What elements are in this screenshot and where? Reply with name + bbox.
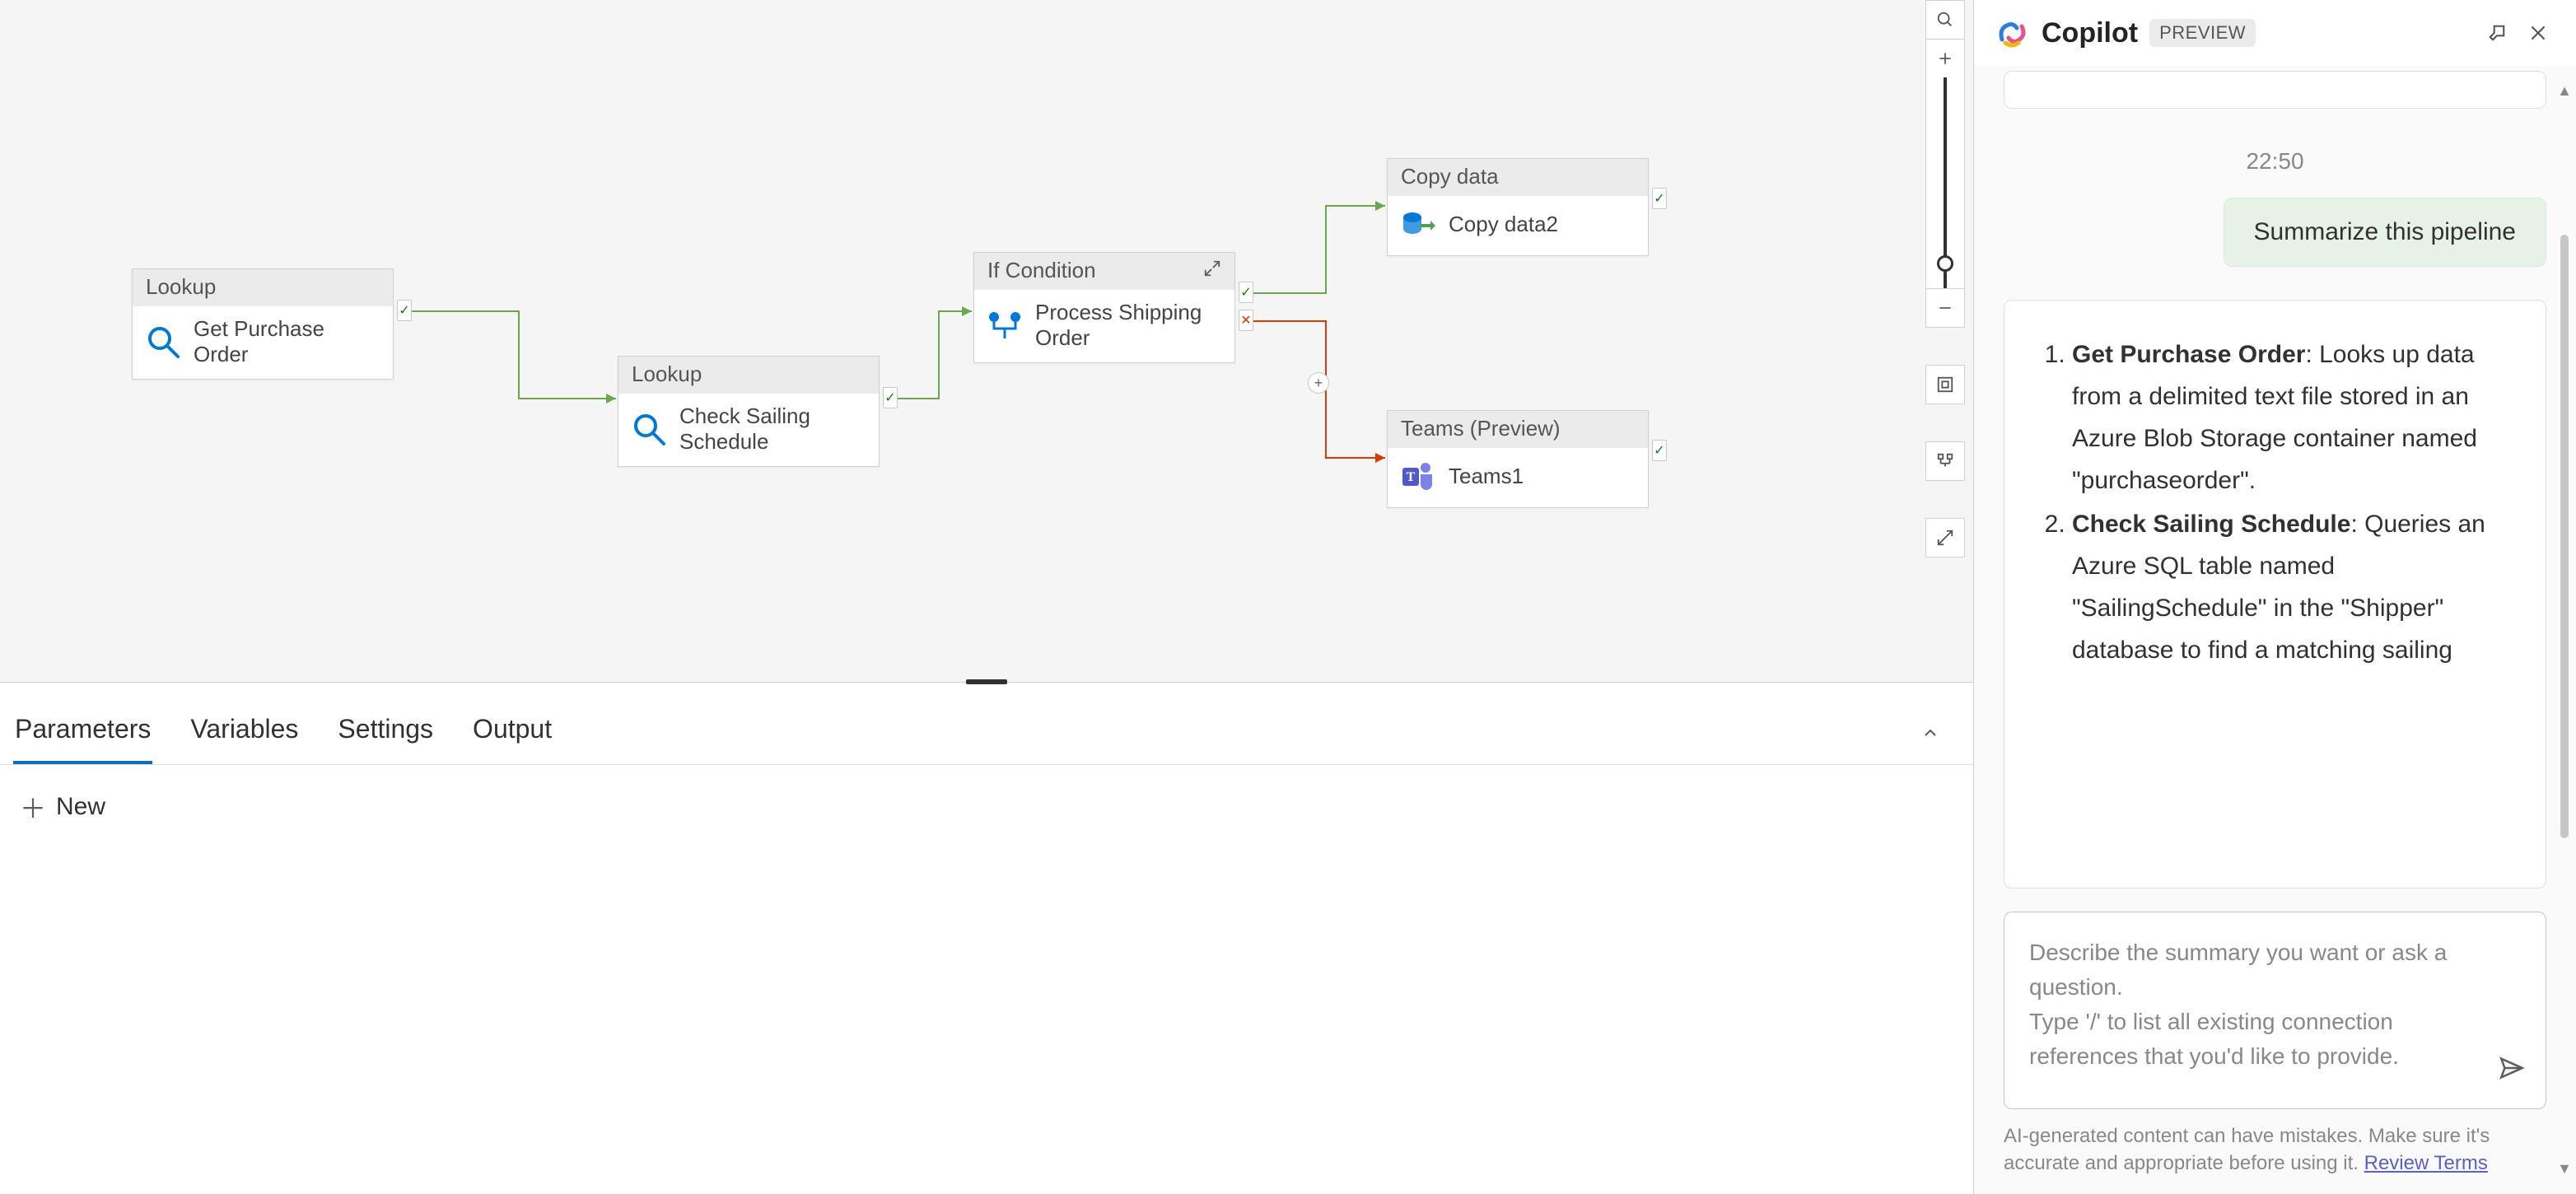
canvas-toolbar <box>1925 0 1965 557</box>
activity-copy-data2[interactable]: Copy data Copy data2 <box>1387 158 1649 256</box>
new-button-label: New <box>56 793 105 821</box>
zoom-out-button[interactable] <box>1925 288 1965 328</box>
user-message: Summarize this pipeline <box>2224 198 2546 267</box>
activity-type: Lookup <box>632 361 702 387</box>
copilot-logo-icon <box>1994 15 2030 51</box>
copilot-input[interactable]: Describe the summary you want or ask a q… <box>2004 912 2546 1109</box>
pin-button[interactable] <box>2482 18 2512 48</box>
add-activity-button[interactable]: + <box>1308 372 1329 394</box>
status-success-chip[interactable]: ✓ <box>1652 188 1667 209</box>
status-success-chip[interactable]: ✓ <box>1239 282 1253 303</box>
copy-data-icon <box>1399 206 1437 244</box>
activity-type: Teams (Preview) <box>1401 416 1561 441</box>
svg-text:T: T <box>1407 470 1416 484</box>
activity-get-purchase-order[interactable]: Lookup Get Purchase Order <box>132 268 394 380</box>
new-parameter-button[interactable]: ＋ New <box>20 788 105 826</box>
lookup-icon <box>630 410 668 448</box>
activity-teams1[interactable]: Teams (Preview) T Teams1 <box>1387 410 1649 508</box>
preview-badge: PREVIEW <box>2149 19 2256 47</box>
pipeline-canvas[interactable]: Lookup Get Purchase Order ✓ Lookup Check… <box>0 0 1973 682</box>
activity-type: Lookup <box>146 274 216 300</box>
tab-output[interactable]: Output <box>471 704 553 764</box>
assistant-list-item: Check Sailing Schedule: Queries an Azure… <box>2072 503 2508 671</box>
tab-variables[interactable]: Variables <box>189 704 300 764</box>
collapse-panel-button[interactable] <box>1920 723 1940 745</box>
status-success-chip[interactable]: ✓ <box>883 387 898 408</box>
activity-type: If Condition <box>987 258 1096 283</box>
zoom-in-button[interactable] <box>1925 39 1965 78</box>
panel-resize-handle[interactable] <box>966 679 1007 684</box>
assistant-list-item: Get Purchase Order: Looks up data from a… <box>2072 333 2508 501</box>
message-timestamp: 22:50 <box>2004 148 2546 175</box>
zoom-slider[interactable] <box>1925 77 1965 288</box>
search-button[interactable] <box>1925 0 1965 40</box>
fit-to-screen-button[interactable] <box>1925 365 1965 404</box>
tab-settings[interactable]: Settings <box>336 704 435 764</box>
close-button[interactable] <box>2523 18 2553 48</box>
copilot-header: Copilot PREVIEW <box>1974 0 2576 66</box>
plus-icon: ＋ <box>20 788 46 826</box>
copilot-disclaimer: AI-generated content can have mistakes. … <box>1974 1122 2576 1194</box>
condition-icon <box>986 306 1024 344</box>
status-fail-chip[interactable]: ✕ <box>1239 310 1253 331</box>
assistant-item-title: Check Sailing Schedule <box>2072 511 2350 538</box>
teams-icon: T <box>1399 458 1437 496</box>
properties-panel: Parameters Variables Settings Output ＋ N… <box>0 682 1973 1194</box>
activity-title: Check Sailing Schedule <box>679 403 867 455</box>
status-success-chip[interactable]: ✓ <box>1652 440 1667 461</box>
status-success-chip[interactable]: ✓ <box>397 300 412 321</box>
activity-type: Copy data <box>1401 164 1499 189</box>
copilot-scrollbar[interactable]: ▲ ▼ <box>2556 82 2573 1178</box>
activity-title: Teams1 <box>1449 464 1524 489</box>
fullscreen-button[interactable] <box>1925 518 1965 557</box>
activity-process-shipping-order[interactable]: If Condition Process Shipping <box>973 252 1235 363</box>
activity-check-sailing-schedule[interactable]: Lookup Check Sailing Schedule <box>618 356 880 467</box>
lookup-icon <box>144 323 182 361</box>
activity-title: Copy data2 <box>1449 212 1558 237</box>
review-terms-link[interactable]: Review Terms <box>2364 1152 2488 1174</box>
activity-title: Get Purchase Order <box>194 316 381 367</box>
scroll-down-icon[interactable]: ▼ <box>2557 1160 2572 1178</box>
previous-message-stub <box>2004 71 2546 109</box>
assistant-message: Get Purchase Order: Looks up data from a… <box>2004 300 2546 889</box>
expand-icon[interactable] <box>1203 258 1221 283</box>
activity-title: Process Shipping Order <box>1035 300 1223 351</box>
copilot-panel: Copilot PREVIEW 22:50 Summarize this pip… <box>1973 0 2576 1194</box>
assistant-item-title: Get Purchase Order <box>2072 341 2305 368</box>
send-button[interactable] <box>2498 1054 2526 1092</box>
auto-align-button[interactable] <box>1925 441 1965 481</box>
copilot-title: Copilot <box>2042 17 2138 49</box>
zoom-slider-thumb[interactable] <box>1937 255 1953 272</box>
copilot-input-placeholder: Describe the summary you want or ask a q… <box>2029 940 2447 1069</box>
scrollbar-thumb[interactable] <box>2560 235 2569 838</box>
tab-parameters[interactable]: Parameters <box>13 704 152 764</box>
copilot-conversation[interactable]: 22:50 Summarize this pipeline Get Purcha… <box>1974 66 2576 889</box>
panel-tabs: Parameters Variables Settings Output <box>0 683 1973 765</box>
scroll-up-icon[interactable]: ▲ <box>2557 82 2572 100</box>
